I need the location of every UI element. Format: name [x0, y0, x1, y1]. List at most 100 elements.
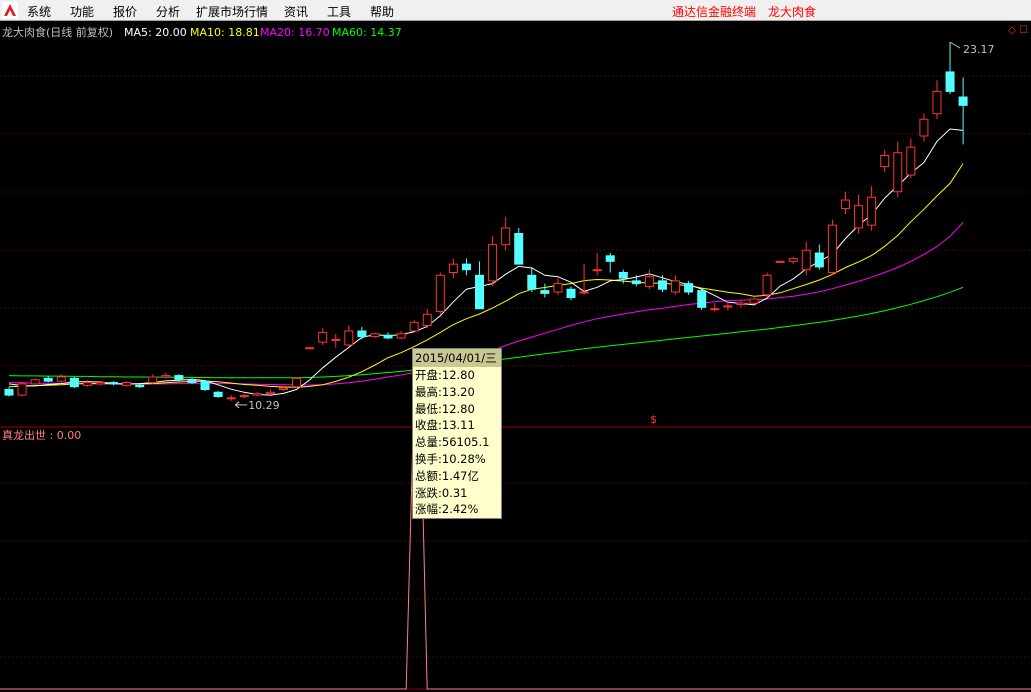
- candle-60: [788, 257, 798, 265]
- candle-54-body: [710, 308, 720, 311]
- candle-1-body: [17, 383, 27, 396]
- menu-info[interactable]: 资讯: [284, 3, 308, 20]
- candle-9-body: [122, 382, 132, 386]
- candle-40-body: [527, 274, 537, 290]
- candle-72: [945, 42, 955, 95]
- candle-58: [762, 272, 772, 298]
- indicator-pane: [0, 390, 1031, 690]
- menu-function[interactable]: 功能: [70, 3, 94, 20]
- candle-64: [840, 191, 850, 214]
- candle-72-body: [945, 71, 955, 92]
- candle-37: [488, 236, 498, 287]
- candle-42: [553, 278, 563, 295]
- candle-35-body: [461, 263, 471, 271]
- candle-48-body: [631, 280, 641, 285]
- candle-8: [109, 381, 119, 386]
- candle-45-body: [592, 269, 602, 272]
- candle-36: [475, 261, 485, 310]
- candle-67: [880, 149, 890, 173]
- candle-16-body: [213, 391, 223, 397]
- candle-38: [501, 216, 511, 251]
- candle-5: [69, 376, 79, 389]
- candle-36-body: [475, 274, 485, 310]
- candle-69: [906, 138, 916, 178]
- candle-31: [409, 319, 419, 332]
- candle-63: [827, 219, 837, 276]
- candle-18-body: [239, 395, 249, 398]
- candle-33-body: [435, 274, 445, 313]
- dollar-marker-icon: $: [650, 413, 657, 426]
- candle-2-body: [30, 379, 40, 385]
- candle-6-body: [82, 382, 92, 386]
- diamond-icon[interactable]: ◇: [1008, 25, 1016, 36]
- low-arrow: [234, 401, 248, 409]
- candle-20-body: [265, 391, 275, 395]
- candle-57-body: [749, 298, 759, 304]
- candle-11-body: [148, 376, 158, 384]
- tooltip-turnover: 换手:10.28%: [415, 451, 486, 466]
- tooltip-change-pct: 涨幅:2.42%: [415, 502, 479, 517]
- candle-10: [135, 383, 145, 389]
- candle-5-body: [69, 377, 79, 388]
- candle-32-body: [422, 313, 432, 326]
- candle-1: [17, 381, 27, 397]
- ma60-label: MA60: 14.37: [332, 26, 402, 39]
- tooltip-change: 涨跌:0.31: [415, 485, 468, 500]
- chart-title: 龙大肉食(日线 前复权): [2, 25, 113, 39]
- candle-53: [697, 289, 707, 311]
- candle-57: [749, 297, 759, 305]
- menu-help[interactable]: 帮助: [370, 3, 394, 20]
- candle-14-body: [187, 379, 197, 384]
- candle-45: [592, 253, 602, 276]
- candle-50: [658, 275, 667, 292]
- candle-47-body: [618, 272, 628, 279]
- candle-53-body: [697, 290, 707, 308]
- tooltip-open: 开盘:12.80: [415, 368, 475, 382]
- current-stock-name: 龙大肉食: [768, 5, 817, 19]
- candle-71: [932, 80, 942, 120]
- candle-35: [461, 258, 471, 276]
- candle-23-body: [305, 347, 315, 350]
- candle-65-body: [854, 205, 864, 229]
- candle-29: [383, 332, 393, 340]
- candle-70: [919, 113, 929, 142]
- candle-52-body: [684, 283, 694, 293]
- ma5-label: MA5: 20.00: [124, 26, 187, 39]
- candle-62: [814, 244, 824, 270]
- candle-9: [122, 381, 132, 387]
- candle-46: [605, 253, 615, 273]
- candle-33: [435, 272, 445, 315]
- candle-44-body: [579, 291, 589, 294]
- candle-43-body: [566, 288, 576, 299]
- candle-59-body: [775, 260, 785, 263]
- candle-31-body: [409, 321, 419, 332]
- candle-52: [684, 280, 694, 295]
- restore-icon[interactable]: ☐: [1019, 25, 1028, 36]
- candle-68-body: [893, 152, 903, 193]
- candle-0-body: [4, 389, 14, 396]
- candle-64-body: [840, 199, 850, 209]
- candle-66: [867, 186, 877, 231]
- kline-chart[interactable]: $ 龙大肉食(日线 前复权) MA5: 20.00 MA10: 18.81 MA…: [0, 21, 1031, 692]
- candle-12-body: [161, 375, 171, 378]
- candle-30: [396, 331, 406, 340]
- candle-43: [566, 286, 576, 301]
- candle-59: [775, 260, 785, 263]
- menu-quote[interactable]: 报价: [113, 3, 137, 20]
- candle-4: [56, 374, 66, 383]
- menu-analysis[interactable]: 分析: [156, 3, 180, 20]
- tooltip-volume: 总量:56105.1: [415, 435, 490, 450]
- candle-51: [671, 275, 681, 295]
- menu-extended-market[interactable]: 扩展市场行情: [196, 3, 268, 20]
- candle-62-body: [814, 252, 824, 268]
- candle-26: [344, 325, 354, 347]
- menu-system[interactable]: 系统: [27, 3, 51, 20]
- menu-tools[interactable]: 工具: [327, 3, 351, 20]
- high-arrow: [949, 41, 961, 49]
- menu-bar: 系统 功能 报价 分析 扩展市场行情 资讯 工具 帮助 通达信金融终端 龙大肉食: [0, 0, 1031, 21]
- candle-27: [357, 326, 367, 340]
- window-controls[interactable]: ◇ ☐: [1008, 25, 1028, 36]
- candle-55-body: [723, 305, 733, 308]
- candle-38-body: [501, 227, 511, 246]
- candle-56: [736, 300, 746, 308]
